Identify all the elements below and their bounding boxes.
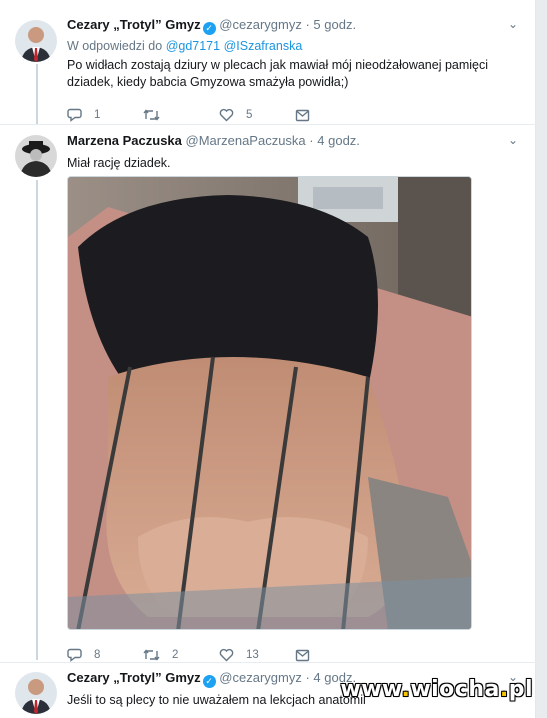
reply-button[interactable]: 1 <box>67 108 143 122</box>
like-count: 13 <box>246 649 259 661</box>
tweet-photo[interactable] <box>67 176 472 630</box>
author-handle[interactable]: @cezarygmyz <box>219 670 302 685</box>
retweet-button[interactable]: 2 <box>143 648 219 662</box>
reply-button[interactable]: 8 <box>67 648 143 662</box>
chevron-down-icon[interactable]: ⌄ <box>508 17 518 31</box>
verified-check-icon: ✓ <box>202 22 216 35</box>
reply-icon <box>67 648 82 662</box>
avatar[interactable] <box>15 135 57 177</box>
mention-link[interactable]: @gd7171 <box>166 39 220 53</box>
avatar[interactable] <box>15 672 57 714</box>
author-name[interactable]: Cezary „Trotyl” Gmyz <box>67 670 201 685</box>
timeline-panel: Cezary „Trotyl” Gmyz ✓ @cezarygmyz · 5 go… <box>0 0 536 718</box>
message-button[interactable] <box>295 109 310 122</box>
like-button[interactable]: 13 <box>219 648 295 662</box>
like-button[interactable]: 5 <box>219 108 295 122</box>
retweet-icon <box>143 109 160 121</box>
verified-check-icon: ✓ <box>202 675 216 688</box>
retweet-count: 2 <box>172 649 179 661</box>
chevron-down-icon[interactable]: ⌄ <box>508 133 518 147</box>
retweet-button[interactable] <box>143 108 219 122</box>
tweet-1[interactable]: Cezary „Trotyl” Gmyz ✓ @cezarygmyz · 5 go… <box>0 0 536 124</box>
tweet-text: Po widłach zostają dziury w plecach jak … <box>67 58 489 89</box>
avatar[interactable] <box>15 20 57 62</box>
separator: · <box>309 133 314 148</box>
tweet-timestamp[interactable]: 4 godz. <box>317 133 360 148</box>
author-name[interactable]: Marzena Paczuska <box>67 133 182 148</box>
envelope-icon <box>295 109 310 121</box>
retweet-icon <box>143 649 160 661</box>
mention-link[interactable]: @ISzafranska <box>224 39 303 53</box>
tweet-text: Miał rację dziadek. <box>67 156 171 170</box>
reply-context: W odpowiedzi do @gd7171 @ISzafranska <box>67 39 524 53</box>
tweet-header: Marzena Paczuska @MarzenaPaczuska · 4 go… <box>67 133 524 151</box>
author-handle[interactable]: @cezarygmyz <box>219 17 302 32</box>
tweet-actions: 1 5 <box>67 106 310 124</box>
author-handle[interactable]: @MarzenaPaczuska <box>186 133 306 148</box>
tweet-header: Cezary „Trotyl” Gmyz ✓ @cezarygmyz · 5 go… <box>67 17 524 35</box>
message-button[interactable] <box>295 649 310 662</box>
reply-icon <box>67 108 82 122</box>
tweet-timestamp[interactable]: 5 godz. <box>313 17 356 32</box>
separator: · <box>305 17 310 32</box>
tweet-2[interactable]: Marzena Paczuska @MarzenaPaczuska · 4 go… <box>0 125 536 662</box>
heart-icon <box>219 108 234 122</box>
reply-count: 1 <box>94 109 101 121</box>
author-name[interactable]: Cezary „Trotyl” Gmyz <box>67 17 201 32</box>
site-watermark: www.wiocha.pl <box>340 677 533 702</box>
envelope-icon <box>295 649 310 661</box>
separator: · <box>305 670 310 685</box>
photo-image <box>68 177 471 629</box>
reply-prefix: W odpowiedzi do <box>67 39 163 53</box>
like-count: 5 <box>246 109 253 121</box>
heart-icon <box>219 648 234 662</box>
reply-count: 8 <box>94 649 101 661</box>
